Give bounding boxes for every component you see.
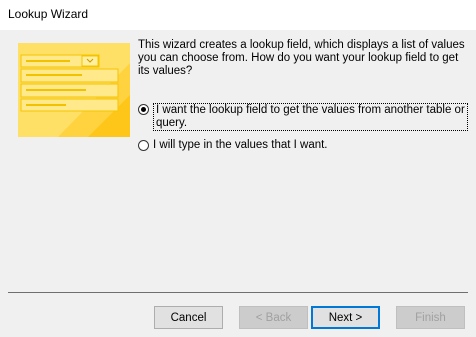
lookup-illustration-icon	[18, 43, 130, 137]
option-table-or-query[interactable]: I want the lookup field to get the value…	[138, 103, 468, 131]
radio-table-or-query[interactable]	[138, 104, 149, 115]
cancel-button[interactable]: Cancel	[154, 306, 223, 329]
title-bar: Lookup Wizard	[0, 0, 476, 30]
option-type-values[interactable]: I will type in the values that I want.	[138, 139, 468, 152]
option-type-values-label[interactable]: I will type in the values that I want.	[153, 139, 328, 152]
next-button[interactable]: Next >	[311, 306, 380, 329]
back-button[interactable]: < Back	[239, 306, 308, 329]
finish-button[interactable]: Finish	[396, 306, 465, 329]
wizard-description: This wizard creates a lookup field, whic…	[138, 39, 465, 77]
option-table-or-query-label[interactable]: I want the lookup field to get the value…	[153, 103, 468, 131]
window-title: Lookup Wizard	[8, 7, 89, 21]
radio-type-values[interactable]	[138, 140, 149, 151]
footer-separator	[8, 292, 468, 293]
